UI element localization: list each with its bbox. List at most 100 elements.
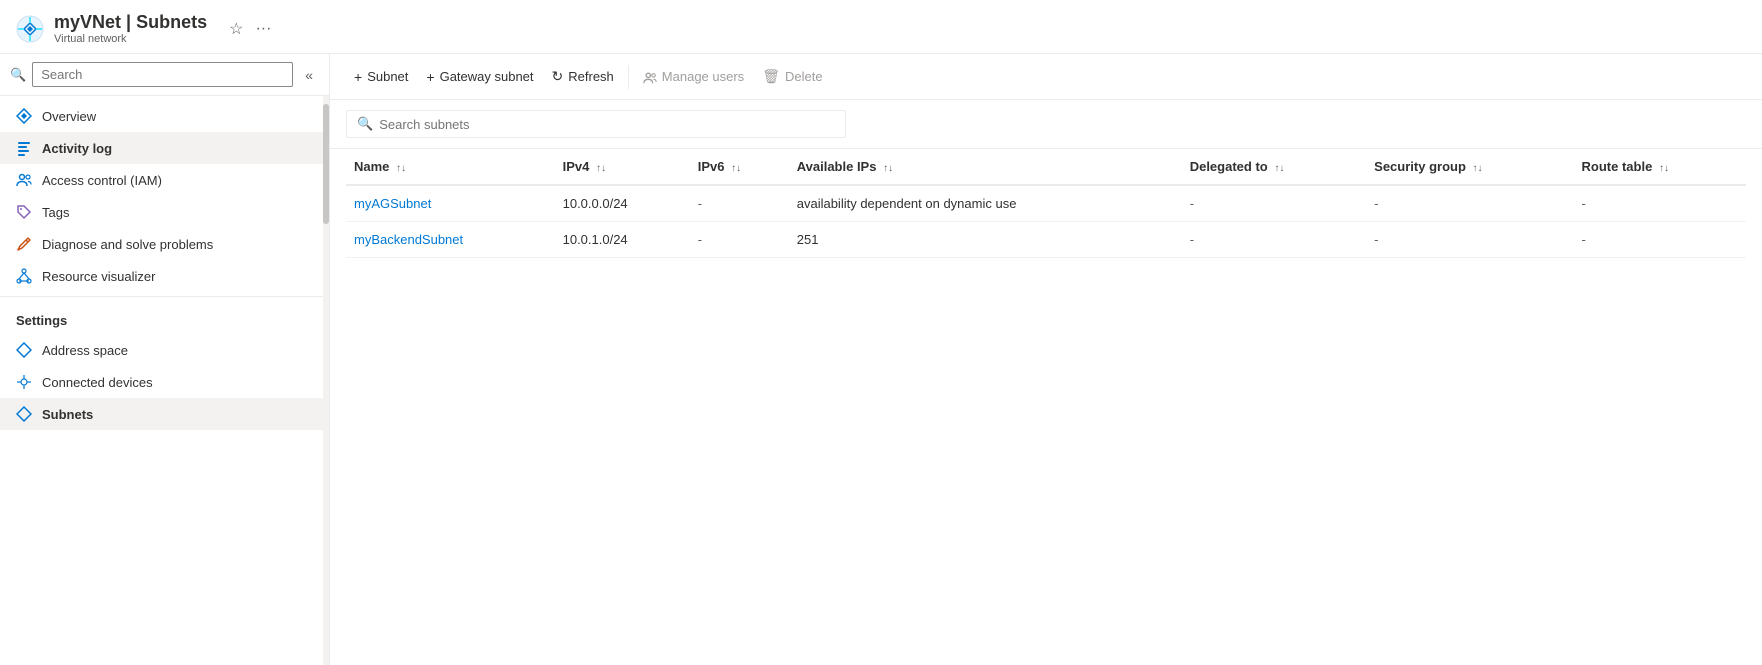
sidebar-item-activity-log[interactable]: Activity log (0, 132, 329, 164)
row-name-cell: myAGSubnet (346, 185, 555, 222)
table-row: myBackendSubnet 10.0.1.0/24 - 251 - - (346, 222, 1746, 258)
sidebar-item-tags[interactable]: Tags (0, 196, 329, 228)
header-title-block: myVNet | Subnets Virtual network (54, 12, 207, 45)
toolbar: + Subnet + Gateway subnet ↻ Refresh (330, 54, 1762, 100)
col-header-delegated-to[interactable]: Delegated to ↑↓ (1182, 149, 1366, 185)
address-space-icon (16, 342, 32, 358)
resource-logo (16, 15, 44, 43)
delegated-sort-icon: ↑↓ (1274, 163, 1284, 174)
sidebar-item-subnets[interactable]: Subnets (0, 398, 329, 430)
col-header-ipv4[interactable]: IPv4 ↑↓ (555, 149, 690, 185)
search-icon: 🔍 (10, 67, 26, 83)
activity-log-icon (16, 140, 32, 156)
diagnose-icon (16, 236, 32, 252)
route-sort-icon: ↑↓ (1659, 163, 1669, 174)
refresh-label: Refresh (568, 69, 614, 84)
row-ipv4-cell: 10.0.0.0/24 (555, 185, 690, 222)
resource-visualizer-icon (16, 268, 32, 284)
scrollbar-thumb[interactable] (323, 104, 329, 224)
toolbar-separator (628, 65, 629, 89)
settings-section-header: Settings (0, 296, 329, 334)
table-header: Name ↑↓ IPv4 ↑↓ IPv6 ↑↓ Available IPs (346, 149, 1746, 185)
add-gateway-icon: + (426, 69, 434, 85)
favorite-button[interactable]: ☆ (225, 15, 247, 43)
row-security-cell: - (1366, 185, 1573, 222)
refresh-icon: ↻ (552, 68, 564, 85)
sidebar-search-area: 🔍 « (0, 54, 329, 96)
sidebar-item-label: Tags (42, 205, 69, 220)
sidebar-item-diagnose[interactable]: Diagnose and solve problems (0, 228, 329, 260)
access-control-icon (16, 172, 32, 188)
subnet-link-mybackendsubnet[interactable]: myBackendSubnet (354, 232, 463, 247)
header-actions: ☆ ··· (225, 15, 275, 43)
row-route-cell: - (1574, 222, 1746, 258)
row-ipv4-cell: 10.0.1.0/24 (555, 222, 690, 258)
add-gateway-label: Gateway subnet (440, 69, 534, 84)
ipv4-sort-icon: ↑↓ (596, 163, 606, 174)
sidebar-nav-content: Overview Activity log (0, 96, 329, 665)
scrollbar-track (323, 96, 329, 665)
sidebar-item-label: Resource visualizer (42, 269, 155, 284)
row-route-cell: - (1574, 185, 1746, 222)
tags-icon (16, 204, 32, 220)
main-layout: 🔍 « Overview (0, 54, 1762, 665)
page-title: Subnets (136, 12, 207, 32)
subnet-search-input[interactable] (379, 117, 679, 132)
subnet-search-inner: 🔍 (346, 110, 846, 138)
col-header-ipv6[interactable]: IPv6 ↑↓ (690, 149, 789, 185)
security-sort-icon: ↑↓ (1473, 163, 1483, 174)
manage-users-label: Manage users (662, 69, 744, 84)
sidebar-item-overview[interactable]: Overview (0, 100, 329, 132)
sidebar-item-connected-devices[interactable]: Connected devices (0, 366, 329, 398)
sidebar-search-input[interactable] (32, 62, 293, 87)
add-subnet-button[interactable]: + Subnet (346, 63, 416, 91)
available-ips-sort-icon: ↑↓ (883, 163, 893, 174)
main-content: + Subnet + Gateway subnet ↻ Refresh (330, 54, 1762, 665)
sidebar: 🔍 « Overview (0, 54, 330, 665)
overview-icon (16, 108, 32, 124)
delete-icon: 🗑 (762, 68, 780, 85)
page-header: myVNet | Subnets Virtual network ☆ ··· (0, 0, 1762, 54)
col-header-security-group[interactable]: Security group ↑↓ (1366, 149, 1573, 185)
row-available-ips-cell: availability dependent on dynamic use (789, 185, 1182, 222)
sidebar-item-address-space[interactable]: Address space (0, 334, 329, 366)
col-header-name[interactable]: Name ↑↓ (346, 149, 555, 185)
sidebar-item-label: Access control (IAM) (42, 173, 162, 188)
col-header-available-ips[interactable]: Available IPs ↑↓ (789, 149, 1182, 185)
subnet-link-myagsubnet[interactable]: myAGSubnet (354, 196, 431, 211)
add-gateway-subnet-button[interactable]: + Gateway subnet (418, 63, 541, 91)
subnets-icon (16, 406, 32, 422)
add-subnet-label: Subnet (367, 69, 408, 84)
refresh-button[interactable]: ↻ Refresh (544, 62, 622, 91)
title-separator: | (126, 12, 136, 32)
sidebar-item-label: Subnets (42, 407, 93, 422)
sidebar-item-label: Diagnose and solve problems (42, 237, 213, 252)
row-delegated-cell: - (1182, 222, 1366, 258)
vnet-icon (16, 15, 44, 43)
more-options-button[interactable]: ··· (251, 16, 275, 42)
sidebar-nav: Overview Activity log (0, 96, 329, 434)
row-name-cell: myBackendSubnet (346, 222, 555, 258)
row-available-ips-cell: 251 (789, 222, 1182, 258)
resource-full-title: myVNet | Subnets (54, 12, 207, 33)
sidebar-item-label: Address space (42, 343, 128, 358)
connected-devices-icon (16, 374, 32, 390)
subnet-search-bar: 🔍 (330, 100, 1762, 149)
row-ipv6-cell: - (690, 185, 789, 222)
row-ipv6-cell: - (690, 222, 789, 258)
delete-label: Delete (785, 69, 823, 84)
row-security-cell: - (1366, 222, 1573, 258)
table-row: myAGSubnet 10.0.0.0/24 - availability de… (346, 185, 1746, 222)
sidebar-item-resource-visualizer[interactable]: Resource visualizer (0, 260, 329, 292)
subnets-table: Name ↑↓ IPv4 ↑↓ IPv6 ↑↓ Available IPs (346, 149, 1746, 258)
col-header-route-table[interactable]: Route table ↑↓ (1574, 149, 1746, 185)
sidebar-item-access-control[interactable]: Access control (IAM) (0, 164, 329, 196)
subnets-table-container: Name ↑↓ IPv4 ↑↓ IPv6 ↑↓ Available IPs (330, 149, 1762, 665)
delete-button[interactable]: 🗑 Delete (754, 62, 830, 91)
collapse-sidebar-button[interactable]: « (299, 63, 319, 87)
table-body: myAGSubnet 10.0.0.0/24 - availability de… (346, 185, 1746, 258)
ipv6-sort-icon: ↑↓ (731, 163, 741, 174)
manage-users-button[interactable]: Manage users (635, 62, 752, 90)
row-delegated-cell: - (1182, 185, 1366, 222)
sidebar-item-label: Activity log (42, 141, 112, 156)
